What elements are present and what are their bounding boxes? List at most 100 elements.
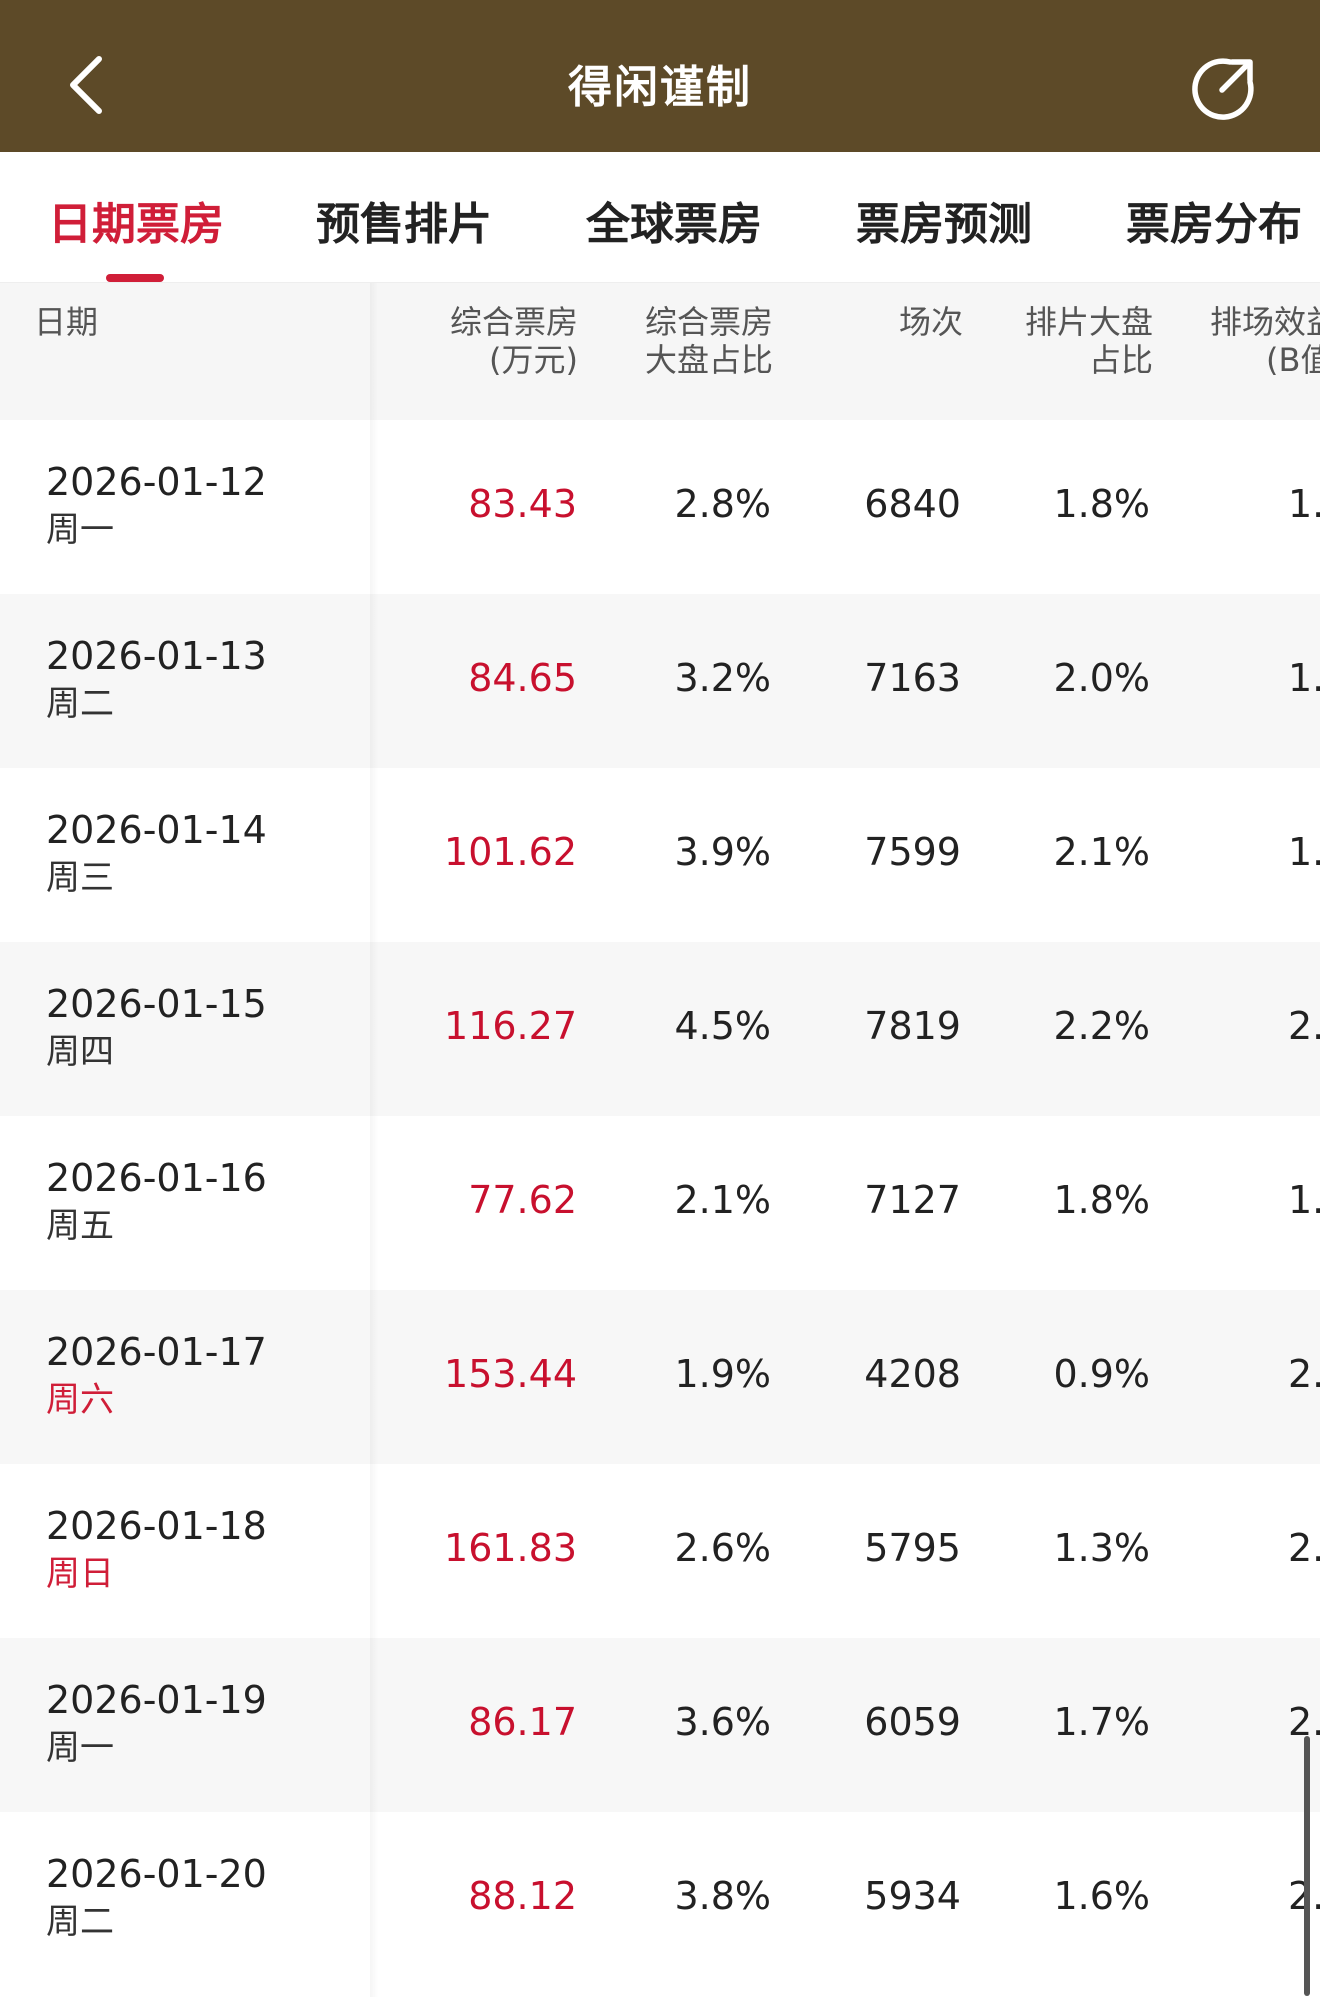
row-shows: 6840 xyxy=(864,482,961,526)
header-boxoffice: 综合票房 (万元) xyxy=(378,303,578,379)
header-shows: 场次 xyxy=(898,303,963,341)
boxoffice-table[interactable]: 日期 综合票房 (万元) 综合票房 大盘占比 场次 排片大盘 占比 排场效益 (… xyxy=(0,283,1320,1997)
table-row[interactable]: 2026-01-18 周日 161.83 2.6% 5795 1.3% 2. xyxy=(0,1464,1320,1638)
table-row[interactable]: 2026-01-16 周五 77.62 2.1% 7127 1.8% 1. xyxy=(0,1116,1320,1290)
vertical-scrollbar[interactable] xyxy=(1304,1736,1310,1996)
header-share-line2: 大盘占比 xyxy=(644,341,773,379)
header-show-share: 排片大盘 占比 xyxy=(953,303,1153,379)
row-boxoffice-share: 3.9% xyxy=(674,830,771,874)
row-efficiency: 1. xyxy=(1288,830,1320,874)
tab-boxoffice-forecast[interactable]: 票房预测 xyxy=(856,188,1032,252)
table-header: 日期 综合票房 (万元) 综合票房 大盘占比 场次 排片大盘 占比 排场效益 (… xyxy=(0,283,1320,420)
table-row[interactable]: 2026-01-19周一86.173.6%60591.7%2. xyxy=(0,1638,1320,1812)
date-column-cell xyxy=(0,1464,370,1638)
tab-global-boxoffice[interactable]: 全球票房 xyxy=(586,188,762,252)
row-shows: 5795 xyxy=(864,1526,961,1570)
table-row[interactable]: 2026-01-17 周六 153.44 1.9% 4208 0.9% 2. xyxy=(0,1290,1320,1464)
row-date: 2026-01-15 xyxy=(46,982,267,1026)
row-date: 2026-01-17 xyxy=(46,1330,267,1374)
table-row[interactable]: 2026-01-14 周三 101.62 3.9% 7599 2.1% 1. xyxy=(0,768,1320,942)
row-date: 2026-01-14 xyxy=(46,808,267,852)
row-weekday: 周二 xyxy=(46,1902,114,1942)
header-boxoffice-line1: 综合票房 xyxy=(449,303,578,341)
table-row[interactable]: 2026-01-15 周四 116.27 4.5% 7819 2.2% 2. xyxy=(0,942,1320,1116)
row-boxoffice-share: 3.8% xyxy=(674,1874,771,1918)
row-date: 2026-01-18 xyxy=(46,1504,267,1548)
row-weekday: 周三 xyxy=(46,858,114,898)
active-tab-indicator xyxy=(106,274,164,282)
row-show-share: 2.1% xyxy=(1053,830,1150,874)
row-boxoffice-share: 4.5% xyxy=(674,1004,771,1048)
row-shows: 5934 xyxy=(864,1874,961,1918)
back-button[interactable] xyxy=(55,45,119,125)
row-date: 2026-01-19 xyxy=(46,1678,267,1722)
row-boxoffice: 83.43 xyxy=(468,482,577,526)
date-column-cell xyxy=(0,942,370,1116)
tab-date-boxoffice[interactable]: 日期票房 xyxy=(48,188,224,252)
row-efficiency: 1. xyxy=(1288,656,1320,700)
row-weekday: 周五 xyxy=(46,1206,114,1246)
header-date: 日期 xyxy=(34,303,99,341)
date-column-cell xyxy=(0,768,370,942)
header-efficiency-line1: 排场效益 xyxy=(1210,303,1320,341)
row-shows: 7819 xyxy=(864,1004,961,1048)
row-boxoffice: 84.65 xyxy=(468,656,577,700)
date-column-cell xyxy=(0,1638,370,1812)
row-shows: 7127 xyxy=(864,1178,961,1222)
row-boxoffice: 77.62 xyxy=(468,1178,577,1222)
row-boxoffice-share: 2.1% xyxy=(674,1178,771,1222)
row-shows: 7163 xyxy=(864,656,961,700)
header-efficiency-line2: (B值 xyxy=(1266,341,1320,379)
row-boxoffice: 101.62 xyxy=(444,830,577,874)
tab-presale-schedule[interactable]: 预售排片 xyxy=(316,188,492,252)
date-column-cell xyxy=(0,1116,370,1290)
row-boxoffice: 161.83 xyxy=(444,1526,577,1570)
app-header: 得闲谨制 xyxy=(0,0,1320,152)
row-weekday: 周一 xyxy=(46,1728,114,1768)
row-shows: 6059 xyxy=(864,1700,961,1744)
row-boxoffice-share: 3.2% xyxy=(674,656,771,700)
row-weekday: 周四 xyxy=(46,1032,114,1072)
row-boxoffice-share: 2.8% xyxy=(674,482,771,526)
row-show-share: 2.0% xyxy=(1053,656,1150,700)
row-boxoffice: 88.12 xyxy=(468,1874,577,1918)
date-column-cell xyxy=(0,1290,370,1464)
header-boxoffice-line2: (万元) xyxy=(489,341,578,379)
row-boxoffice-share: 1.9% xyxy=(674,1352,771,1396)
row-efficiency: 2. xyxy=(1288,1526,1320,1570)
row-boxoffice-share: 2.6% xyxy=(674,1526,771,1570)
table-row[interactable]: 2026-01-12 周一 83.43 2.8% 6840 1.8% 1. xyxy=(0,420,1320,594)
share-icon xyxy=(1192,58,1254,120)
row-weekday: 周日 xyxy=(46,1554,114,1594)
share-button[interactable] xyxy=(1186,52,1260,126)
header-share: 综合票房 大盘占比 xyxy=(573,303,773,379)
header-share-line1: 综合票房 xyxy=(644,303,773,341)
row-show-share: 2.2% xyxy=(1053,1004,1150,1048)
row-boxoffice-share: 3.6% xyxy=(674,1700,771,1744)
row-show-share: 0.9% xyxy=(1053,1352,1150,1396)
header-show-share-line2: 占比 xyxy=(1088,341,1153,379)
row-efficiency: 2. xyxy=(1288,1352,1320,1396)
row-show-share: 1.7% xyxy=(1053,1700,1150,1744)
date-column-cell xyxy=(0,420,370,594)
row-shows: 7599 xyxy=(864,830,961,874)
row-shows: 4208 xyxy=(864,1352,961,1396)
table-row[interactable]: 2026-01-13 周二 84.65 3.2% 7163 2.0% 1. xyxy=(0,594,1320,768)
table-row[interactable]: 2026-01-20周二88.123.8%59341.6%2. xyxy=(0,1812,1320,1986)
row-boxoffice: 153.44 xyxy=(444,1352,577,1396)
chevron-left-icon xyxy=(70,56,102,114)
row-date: 2026-01-20 xyxy=(46,1852,267,1896)
row-weekday: 周一 xyxy=(46,510,114,550)
date-column-cell xyxy=(0,1812,370,1986)
tab-boxoffice-distribution[interactable]: 票房分布 xyxy=(1126,188,1302,252)
row-show-share: 1.6% xyxy=(1053,1874,1150,1918)
row-efficiency: 1. xyxy=(1288,1178,1320,1222)
row-boxoffice: 116.27 xyxy=(444,1004,577,1048)
row-show-share: 1.8% xyxy=(1053,1178,1150,1222)
row-efficiency: 1. xyxy=(1288,482,1320,526)
row-show-share: 1.3% xyxy=(1053,1526,1150,1570)
tab-bar: 日期票房 预售排片 全球票房 票房预测 票房分布 xyxy=(0,152,1320,283)
row-weekday: 周六 xyxy=(46,1380,114,1420)
row-boxoffice: 86.17 xyxy=(468,1700,577,1744)
row-date: 2026-01-13 xyxy=(46,634,267,678)
